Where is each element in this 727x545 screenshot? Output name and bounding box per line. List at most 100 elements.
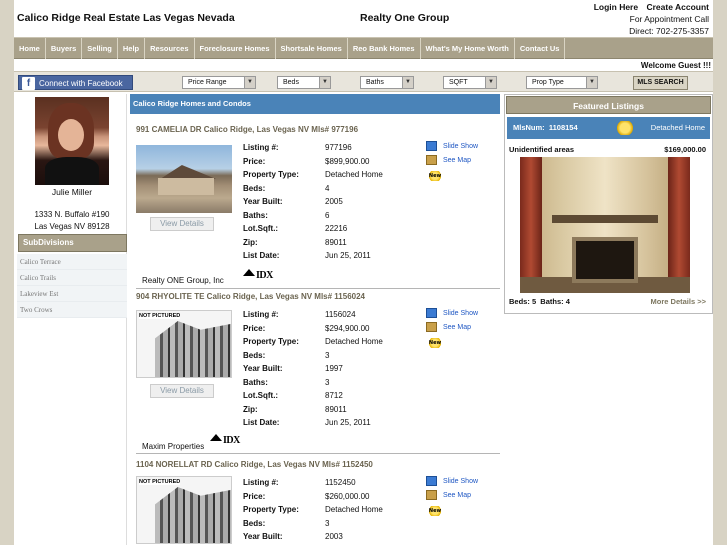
listing-title[interactable]: 1104 NORELLAT RD Calico Ridge, Las Vegas…	[136, 460, 373, 469]
nav-resources[interactable]: Resources	[145, 38, 195, 59]
create-account-link[interactable]: Create Account	[646, 2, 709, 12]
nav-foreclosure-homes[interactable]: Foreclosure Homes	[195, 38, 276, 59]
detail-value: 2003	[325, 532, 343, 541]
detail-label: Price:	[243, 156, 266, 166]
see-map-link[interactable]: See Map	[426, 155, 471, 167]
detail-label: Price:	[243, 491, 266, 501]
agent-address-line1: 1333 N. Buffalo #190	[34, 210, 110, 219]
featured-beds-baths: Beds: 5 Baths: 4	[509, 297, 570, 306]
nav-home[interactable]: Home	[14, 38, 46, 59]
detail-value: Detached Home	[325, 170, 383, 179]
subdivision-link[interactable]: Lakeview Est	[17, 286, 127, 302]
view-details-button[interactable]: View Details	[150, 217, 214, 231]
slide-show-link[interactable]: Slide Show	[426, 141, 478, 153]
see-map-link[interactable]: See Map	[426, 490, 471, 502]
price-range-select[interactable]: Price Range ▼	[182, 76, 256, 89]
idx-logo: IDX	[243, 269, 273, 281]
slide-show-link[interactable]: Slide Show	[426, 308, 478, 320]
see-map-label: See Map	[443, 491, 472, 499]
nav-reo-bank-homes[interactable]: Reo Bank Homes	[348, 38, 421, 59]
detail-value: Detached Home	[325, 505, 383, 514]
listing-title[interactable]: 991 CAMELIA DR Calico Ridge, Las Vegas N…	[136, 125, 358, 134]
login-link[interactable]: Login Here	[594, 2, 638, 12]
baths-value: 4	[565, 297, 570, 306]
map-icon	[426, 490, 437, 500]
idx-label: IDX	[223, 435, 240, 446]
nav-buyers[interactable]: Buyers	[46, 38, 83, 59]
featured-mls: MlsNum: 1108154	[513, 123, 578, 132]
subdivision-link[interactable]: Calico Terrace	[17, 254, 127, 270]
header: Calico Ridge Real Estate Las Vegas Nevad…	[14, 0, 713, 37]
idx-logo: IDX	[210, 434, 240, 446]
featured-info-bar: MlsNum: 1108154 Detached Home	[507, 117, 710, 139]
detail-value: 89011	[325, 404, 347, 414]
detail-label: Beds:	[243, 350, 266, 360]
subdivision-link[interactable]: Two Crows	[17, 302, 127, 318]
camera-icon	[426, 141, 437, 151]
featured-logo-icon	[615, 121, 635, 135]
detail-label: Year Built:	[243, 197, 283, 206]
phone-number: Direct: 702-275-3357	[629, 26, 709, 36]
map-icon	[426, 322, 437, 332]
new-badge: New	[428, 338, 442, 348]
listing-photo[interactable]: NOT PICTURED	[136, 310, 232, 378]
featured-photo[interactable]	[520, 157, 690, 293]
nav-contact-us[interactable]: Contact Us	[515, 38, 566, 59]
page: Calico Ridge Real Estate Las Vegas Nevad…	[14, 0, 713, 545]
listing-card: 904 RHYOLITE TE Calico Ridge, Las Vegas …	[130, 292, 500, 455]
broker-name: Realty ONE Group, Inc	[142, 276, 224, 285]
search-bar: f Connect with Facebook Price Range ▼ Beds…	[14, 71, 713, 92]
prop-type-value: Prop Type	[532, 79, 564, 86]
beds-label: Beds:	[509, 297, 530, 306]
subdivision-link[interactable]: Calico Trails	[17, 270, 127, 286]
detail-label: Property Type:	[243, 337, 299, 346]
welcome-text: Welcome Guest !!!	[640, 61, 711, 70]
slide-show-link[interactable]: Slide Show	[426, 476, 478, 488]
nav-selling[interactable]: Selling	[82, 38, 118, 59]
detail-label: Baths:	[243, 377, 268, 387]
chevron-down-icon: ▼	[586, 77, 597, 88]
slide-show-label: Slide Show	[443, 309, 479, 317]
more-details-link[interactable]: More Details >>	[651, 297, 706, 306]
chevron-down-icon: ▼	[319, 77, 330, 88]
sqft-value: SQFT	[449, 79, 468, 86]
detail-label: Property Type:	[243, 170, 299, 179]
mls-search-button[interactable]: MLS SEARCH	[633, 76, 688, 90]
detail-label: Beds:	[243, 183, 266, 193]
subdivisions-list: Calico Terrace Calico Trails Lakeview Es…	[17, 254, 127, 318]
listings-panel: Calico Ridge Homes and Condos 991 CAMELI…	[130, 94, 500, 545]
nav-help[interactable]: Help	[118, 38, 146, 59]
facebook-connect-button[interactable]: f Connect with Facebook	[18, 75, 133, 90]
facebook-connect-label: Connect with Facebook	[39, 79, 123, 88]
detail-value: 3	[325, 350, 330, 360]
detail-label: List Date:	[243, 418, 280, 427]
idx-label: IDX	[256, 270, 273, 281]
detail-value: Jun 25, 2011	[325, 418, 371, 427]
detail-label: Zip:	[243, 404, 258, 414]
detail-value: 4	[325, 183, 330, 193]
detail-label: Beds:	[243, 518, 266, 528]
detail-value: $294,900.00	[325, 323, 370, 333]
listings-heading: Calico Ridge Homes and Condos	[130, 94, 500, 114]
mls-number: 1108154	[548, 123, 578, 132]
subdivisions-heading: SubDivisions	[18, 234, 127, 252]
nav-shortsale-homes[interactable]: Shortsale Homes	[276, 38, 348, 59]
listing-photo[interactable]: NOT PICTURED	[136, 476, 232, 544]
detail-label: Zip:	[243, 237, 258, 247]
sqft-select[interactable]: SQFT ▼	[443, 76, 497, 89]
listing-photo[interactable]	[136, 145, 232, 213]
see-map-link[interactable]: See Map	[426, 322, 471, 334]
detail-value: 8712	[325, 391, 343, 400]
new-badge: New	[428, 506, 442, 516]
listing-separator	[136, 288, 500, 289]
agent-photo	[35, 97, 109, 185]
listing-title[interactable]: 904 RHYOLITE TE Calico Ridge, Las Vegas …	[136, 292, 365, 301]
nav-home-worth[interactable]: What's My Home Worth	[421, 38, 515, 59]
detail-value: 22216	[325, 224, 348, 233]
beds-select[interactable]: Beds ▼	[277, 76, 331, 89]
view-details-button[interactable]: View Details	[150, 384, 214, 398]
baths-select[interactable]: Baths ▼	[360, 76, 414, 89]
prop-type-select[interactable]: Prop Type ▼	[526, 76, 598, 89]
broker-name: Maxim Properties	[142, 442, 205, 451]
see-map-label: See Map	[443, 323, 472, 331]
